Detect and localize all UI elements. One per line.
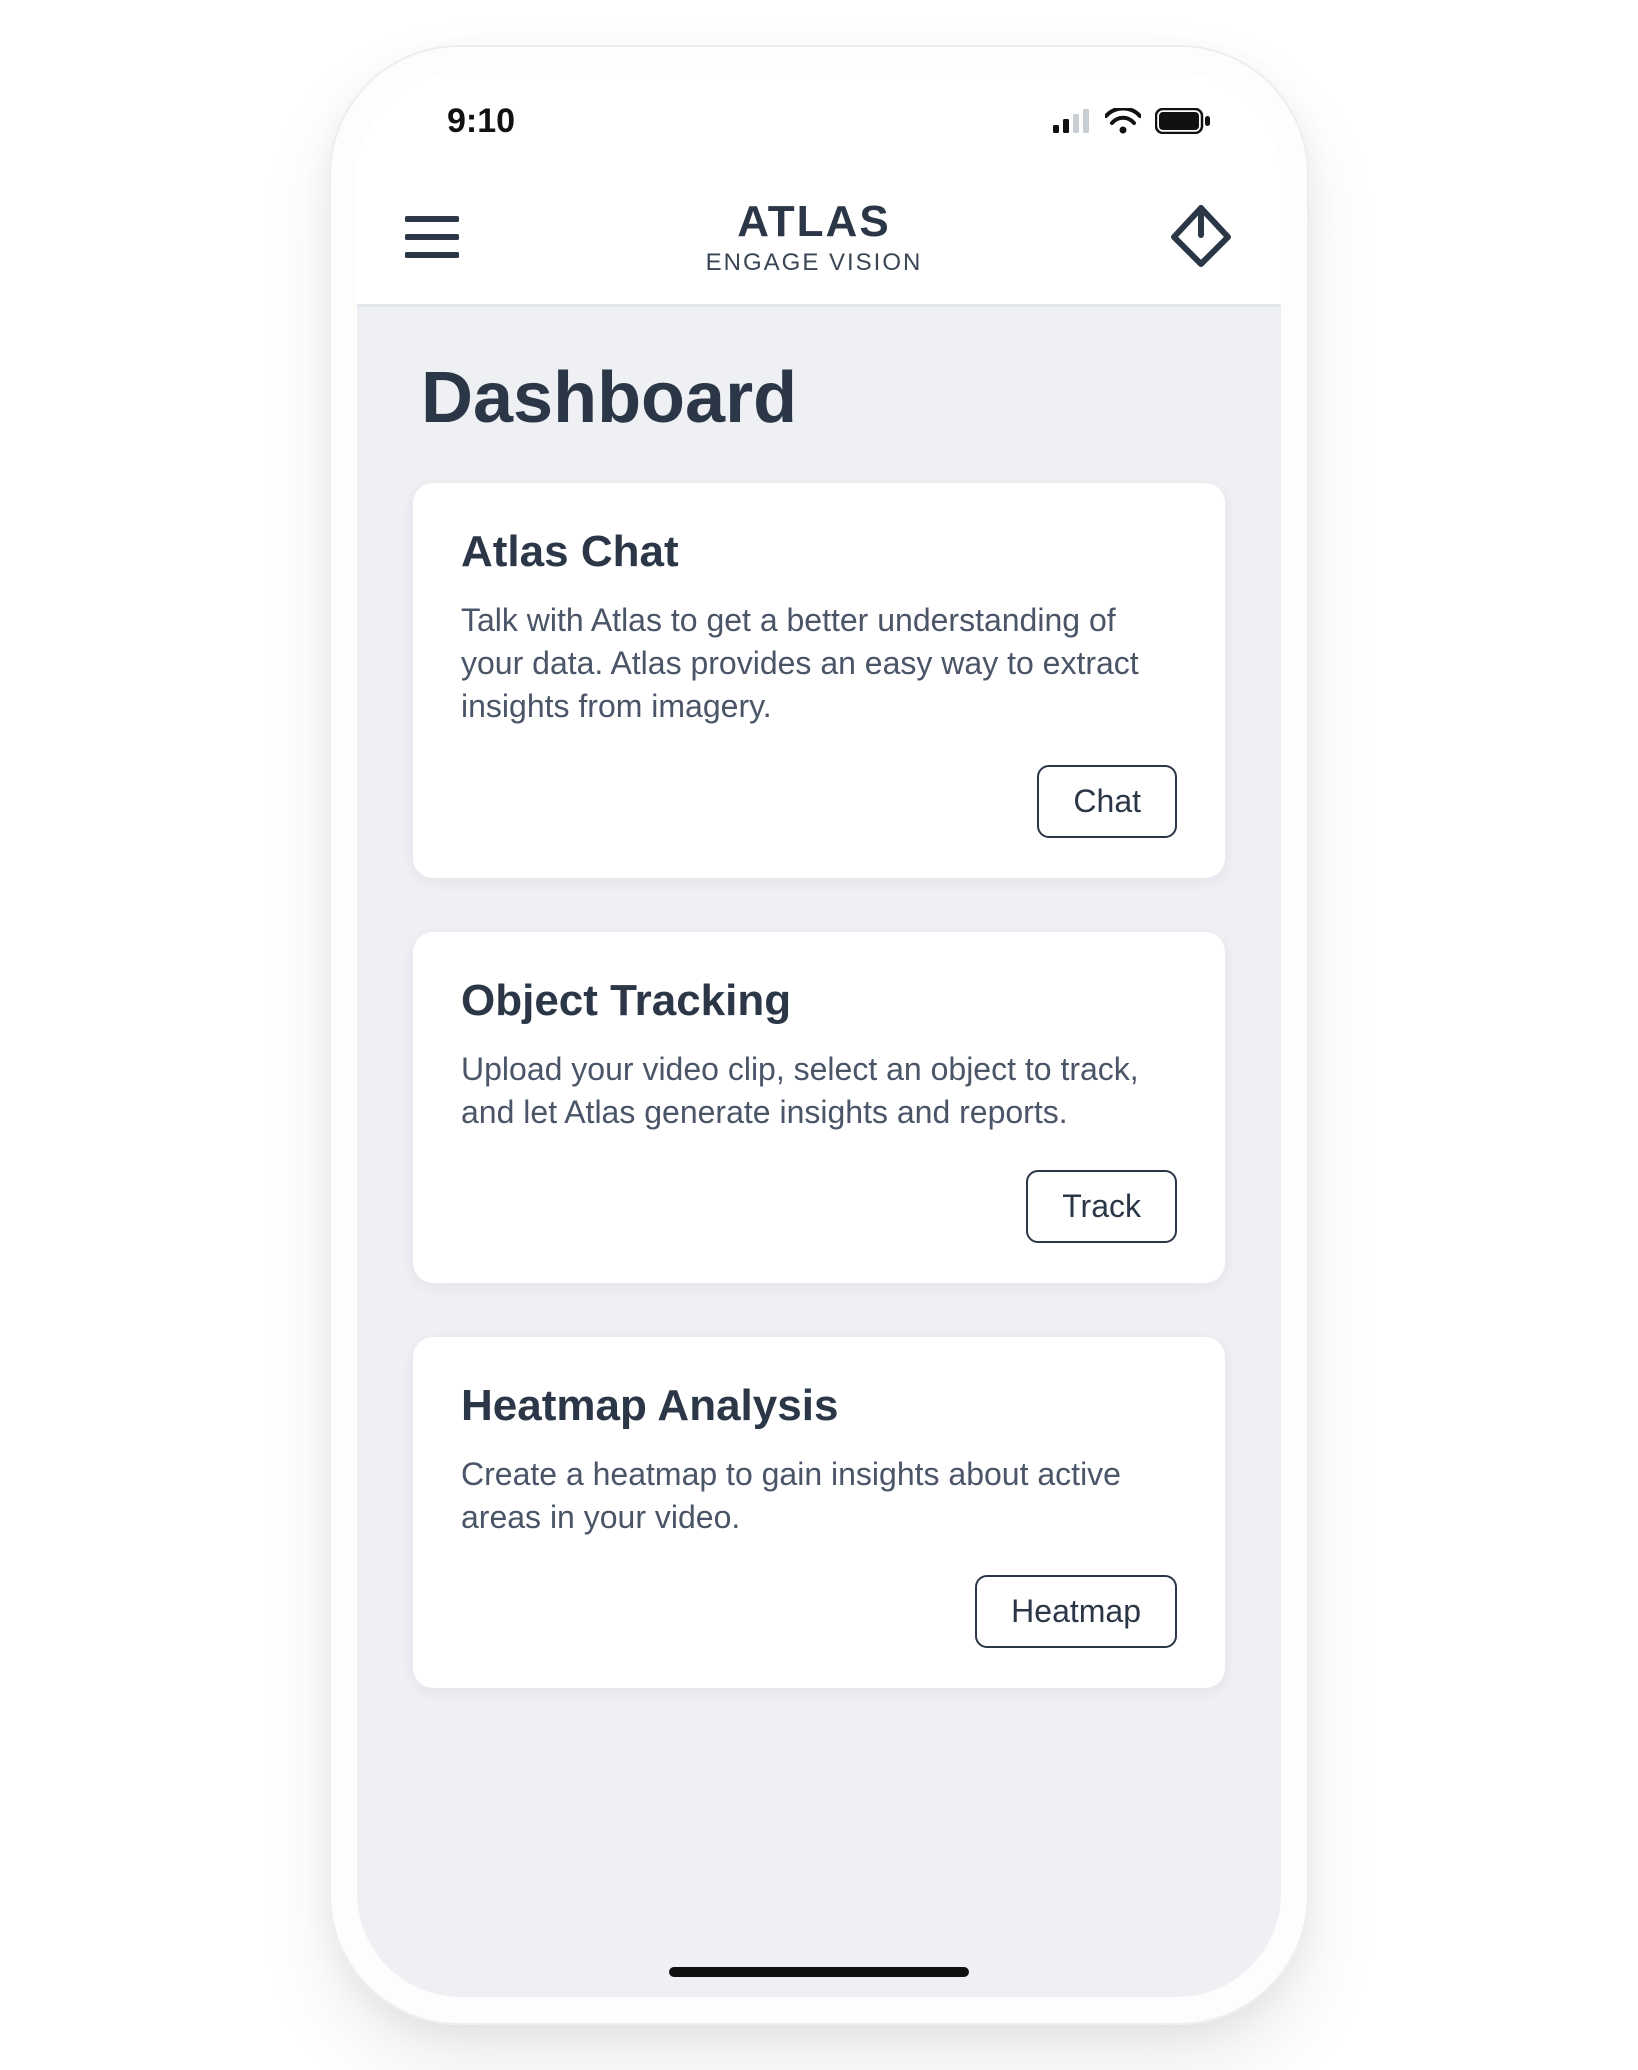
app-header: ATLAS ENGAGE VISION (357, 169, 1281, 307)
card-description: Talk with Atlas to get a better understa… (461, 599, 1177, 729)
page-title: Dashboard (421, 357, 1217, 439)
status-time: 9:10 (447, 102, 515, 141)
card-description: Upload your video clip, select an object… (461, 1048, 1177, 1134)
status-bar: 9:10 (357, 73, 1281, 169)
card-description: Create a heatmap to gain insights about … (461, 1453, 1177, 1539)
diamond-check-icon (1166, 202, 1236, 272)
track-button[interactable]: Track (1026, 1170, 1177, 1243)
status-indicators (1053, 108, 1211, 134)
device-mockup-stage: 9:10 (0, 0, 1638, 2070)
wifi-icon (1105, 108, 1141, 134)
card-atlas-chat: Atlas Chat Talk with Atlas to get a bett… (413, 483, 1225, 878)
brand-logo-button[interactable] (1161, 197, 1241, 277)
app-subtitle: ENGAGE VISION (706, 249, 923, 277)
card-title: Heatmap Analysis (461, 1381, 1177, 1431)
phone-frame: 9:10 (329, 45, 1309, 2025)
home-indicator[interactable] (669, 1967, 969, 1977)
phone-screen: 9:10 (357, 73, 1281, 1997)
card-title: Object Tracking (461, 976, 1177, 1026)
card-object-tracking: Object Tracking Upload your video clip, … (413, 932, 1225, 1283)
page-body: Dashboard Atlas Chat Talk with Atlas to … (357, 307, 1281, 1997)
cellular-icon (1053, 109, 1091, 133)
card-heatmap-analysis: Heatmap Analysis Create a heatmap to gai… (413, 1337, 1225, 1688)
app-title-block: ATLAS ENGAGE VISION (706, 197, 923, 277)
chat-button[interactable]: Chat (1037, 765, 1177, 838)
card-title: Atlas Chat (461, 527, 1177, 577)
heatmap-button[interactable]: Heatmap (975, 1575, 1177, 1648)
battery-icon (1155, 108, 1211, 134)
hamburger-icon (405, 215, 459, 259)
menu-button[interactable] (397, 202, 467, 272)
app-title: ATLAS (706, 197, 923, 247)
